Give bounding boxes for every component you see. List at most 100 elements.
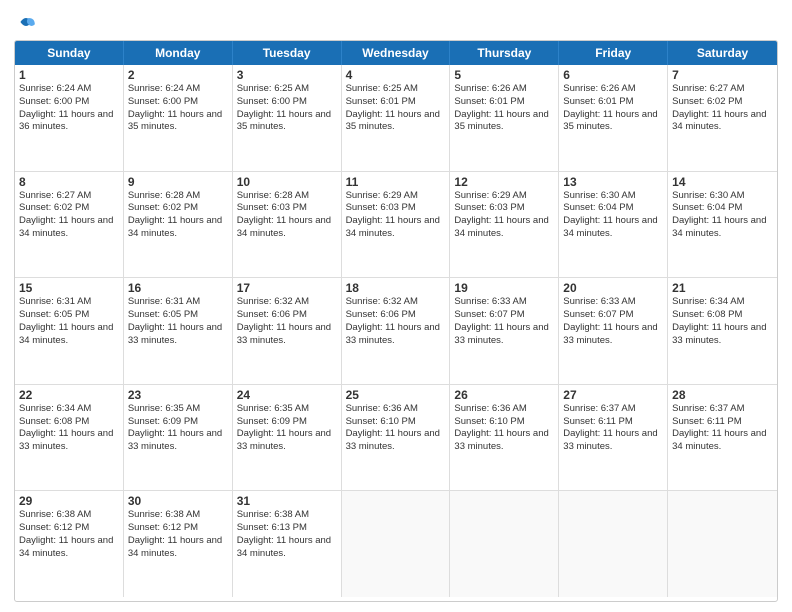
sunset-line: Sunset: 6:00 PM <box>128 96 228 109</box>
daylight-line: Daylight: 11 hours and 34 minutes. <box>128 535 228 561</box>
day-number: 20 <box>563 281 663 295</box>
calendar-row-3: 15 Sunrise: 6:31 AM Sunset: 6:05 PM Dayl… <box>15 278 777 385</box>
daylight-line: Daylight: 11 hours and 34 minutes. <box>128 215 228 241</box>
daylight-line: Daylight: 11 hours and 34 minutes. <box>672 109 773 135</box>
sunrise-line: Sunrise: 6:34 AM <box>19 403 119 416</box>
calendar-cell: 16 Sunrise: 6:31 AM Sunset: 6:05 PM Dayl… <box>124 278 233 384</box>
day-number: 27 <box>563 388 663 402</box>
day-number: 1 <box>19 68 119 82</box>
calendar-cell: 10 Sunrise: 6:28 AM Sunset: 6:03 PM Dayl… <box>233 172 342 278</box>
day-number: 25 <box>346 388 446 402</box>
logo <box>14 10 42 34</box>
calendar-row-2: 8 Sunrise: 6:27 AM Sunset: 6:02 PM Dayli… <box>15 172 777 279</box>
calendar-cell: 24 Sunrise: 6:35 AM Sunset: 6:09 PM Dayl… <box>233 385 342 491</box>
day-number: 14 <box>672 175 773 189</box>
sunrise-line: Sunrise: 6:32 AM <box>237 296 337 309</box>
sunset-line: Sunset: 6:02 PM <box>19 202 119 215</box>
sunrise-line: Sunrise: 6:33 AM <box>563 296 663 309</box>
day-header-thursday: Thursday <box>450 41 559 65</box>
calendar-cell <box>668 491 777 597</box>
sunrise-line: Sunrise: 6:38 AM <box>237 509 337 522</box>
page: SundayMondayTuesdayWednesdayThursdayFrid… <box>0 0 792 612</box>
sunset-line: Sunset: 6:02 PM <box>672 96 773 109</box>
calendar-cell: 7 Sunrise: 6:27 AM Sunset: 6:02 PM Dayli… <box>668 65 777 171</box>
sunrise-line: Sunrise: 6:33 AM <box>454 296 554 309</box>
calendar-cell: 12 Sunrise: 6:29 AM Sunset: 6:03 PM Dayl… <box>450 172 559 278</box>
calendar-cell: 9 Sunrise: 6:28 AM Sunset: 6:02 PM Dayli… <box>124 172 233 278</box>
calendar-cell: 8 Sunrise: 6:27 AM Sunset: 6:02 PM Dayli… <box>15 172 124 278</box>
day-number: 12 <box>454 175 554 189</box>
sunset-line: Sunset: 6:05 PM <box>128 309 228 322</box>
sunrise-line: Sunrise: 6:28 AM <box>237 190 337 203</box>
day-header-friday: Friday <box>559 41 668 65</box>
logo-icon <box>14 10 38 34</box>
day-header-sunday: Sunday <box>15 41 124 65</box>
day-number: 19 <box>454 281 554 295</box>
sunrise-line: Sunrise: 6:24 AM <box>19 83 119 96</box>
sunset-line: Sunset: 6:12 PM <box>19 522 119 535</box>
day-number: 26 <box>454 388 554 402</box>
day-number: 8 <box>19 175 119 189</box>
calendar-cell: 27 Sunrise: 6:37 AM Sunset: 6:11 PM Dayl… <box>559 385 668 491</box>
sunrise-line: Sunrise: 6:28 AM <box>128 190 228 203</box>
day-number: 21 <box>672 281 773 295</box>
sunrise-line: Sunrise: 6:32 AM <box>346 296 446 309</box>
day-header-tuesday: Tuesday <box>233 41 342 65</box>
daylight-line: Daylight: 11 hours and 33 minutes. <box>454 322 554 348</box>
calendar-cell: 19 Sunrise: 6:33 AM Sunset: 6:07 PM Dayl… <box>450 278 559 384</box>
daylight-line: Daylight: 11 hours and 35 minutes. <box>563 109 663 135</box>
sunrise-line: Sunrise: 6:29 AM <box>346 190 446 203</box>
daylight-line: Daylight: 11 hours and 35 minutes. <box>454 109 554 135</box>
sunset-line: Sunset: 6:11 PM <box>672 416 773 429</box>
sunrise-line: Sunrise: 6:36 AM <box>454 403 554 416</box>
daylight-line: Daylight: 11 hours and 33 minutes. <box>19 428 119 454</box>
sunset-line: Sunset: 6:03 PM <box>346 202 446 215</box>
calendar-cell: 21 Sunrise: 6:34 AM Sunset: 6:08 PM Dayl… <box>668 278 777 384</box>
sunrise-line: Sunrise: 6:26 AM <box>563 83 663 96</box>
calendar-row-4: 22 Sunrise: 6:34 AM Sunset: 6:08 PM Dayl… <box>15 385 777 492</box>
day-number: 13 <box>563 175 663 189</box>
sunrise-line: Sunrise: 6:35 AM <box>128 403 228 416</box>
day-number: 6 <box>563 68 663 82</box>
header <box>14 10 778 34</box>
daylight-line: Daylight: 11 hours and 33 minutes. <box>346 322 446 348</box>
daylight-line: Daylight: 11 hours and 34 minutes. <box>237 535 337 561</box>
calendar-cell <box>450 491 559 597</box>
calendar-cell: 28 Sunrise: 6:37 AM Sunset: 6:11 PM Dayl… <box>668 385 777 491</box>
calendar-cell: 4 Sunrise: 6:25 AM Sunset: 6:01 PM Dayli… <box>342 65 451 171</box>
sunrise-line: Sunrise: 6:36 AM <box>346 403 446 416</box>
day-header-wednesday: Wednesday <box>342 41 451 65</box>
daylight-line: Daylight: 11 hours and 34 minutes. <box>672 215 773 241</box>
sunset-line: Sunset: 6:01 PM <box>454 96 554 109</box>
day-header-saturday: Saturday <box>668 41 777 65</box>
day-number: 7 <box>672 68 773 82</box>
calendar-cell: 15 Sunrise: 6:31 AM Sunset: 6:05 PM Dayl… <box>15 278 124 384</box>
daylight-line: Daylight: 11 hours and 35 minutes. <box>128 109 228 135</box>
sunset-line: Sunset: 6:00 PM <box>237 96 337 109</box>
sunrise-line: Sunrise: 6:37 AM <box>563 403 663 416</box>
calendar-cell: 20 Sunrise: 6:33 AM Sunset: 6:07 PM Dayl… <box>559 278 668 384</box>
daylight-line: Daylight: 11 hours and 34 minutes. <box>454 215 554 241</box>
sunrise-line: Sunrise: 6:27 AM <box>672 83 773 96</box>
sunset-line: Sunset: 6:09 PM <box>128 416 228 429</box>
calendar-cell: 25 Sunrise: 6:36 AM Sunset: 6:10 PM Dayl… <box>342 385 451 491</box>
calendar-cell <box>342 491 451 597</box>
day-number: 5 <box>454 68 554 82</box>
day-number: 3 <box>237 68 337 82</box>
daylight-line: Daylight: 11 hours and 34 minutes. <box>19 215 119 241</box>
daylight-line: Daylight: 11 hours and 33 minutes. <box>128 428 228 454</box>
day-number: 18 <box>346 281 446 295</box>
daylight-line: Daylight: 11 hours and 34 minutes. <box>19 535 119 561</box>
sunset-line: Sunset: 6:07 PM <box>563 309 663 322</box>
daylight-line: Daylight: 11 hours and 33 minutes. <box>237 322 337 348</box>
daylight-line: Daylight: 11 hours and 33 minutes. <box>128 322 228 348</box>
calendar-cell: 14 Sunrise: 6:30 AM Sunset: 6:04 PM Dayl… <box>668 172 777 278</box>
calendar-header: SundayMondayTuesdayWednesdayThursdayFrid… <box>15 41 777 65</box>
day-number: 22 <box>19 388 119 402</box>
daylight-line: Daylight: 11 hours and 35 minutes. <box>237 109 337 135</box>
daylight-line: Daylight: 11 hours and 34 minutes. <box>672 428 773 454</box>
daylight-line: Daylight: 11 hours and 33 minutes. <box>346 428 446 454</box>
day-number: 9 <box>128 175 228 189</box>
sunrise-line: Sunrise: 6:29 AM <box>454 190 554 203</box>
sunrise-line: Sunrise: 6:24 AM <box>128 83 228 96</box>
